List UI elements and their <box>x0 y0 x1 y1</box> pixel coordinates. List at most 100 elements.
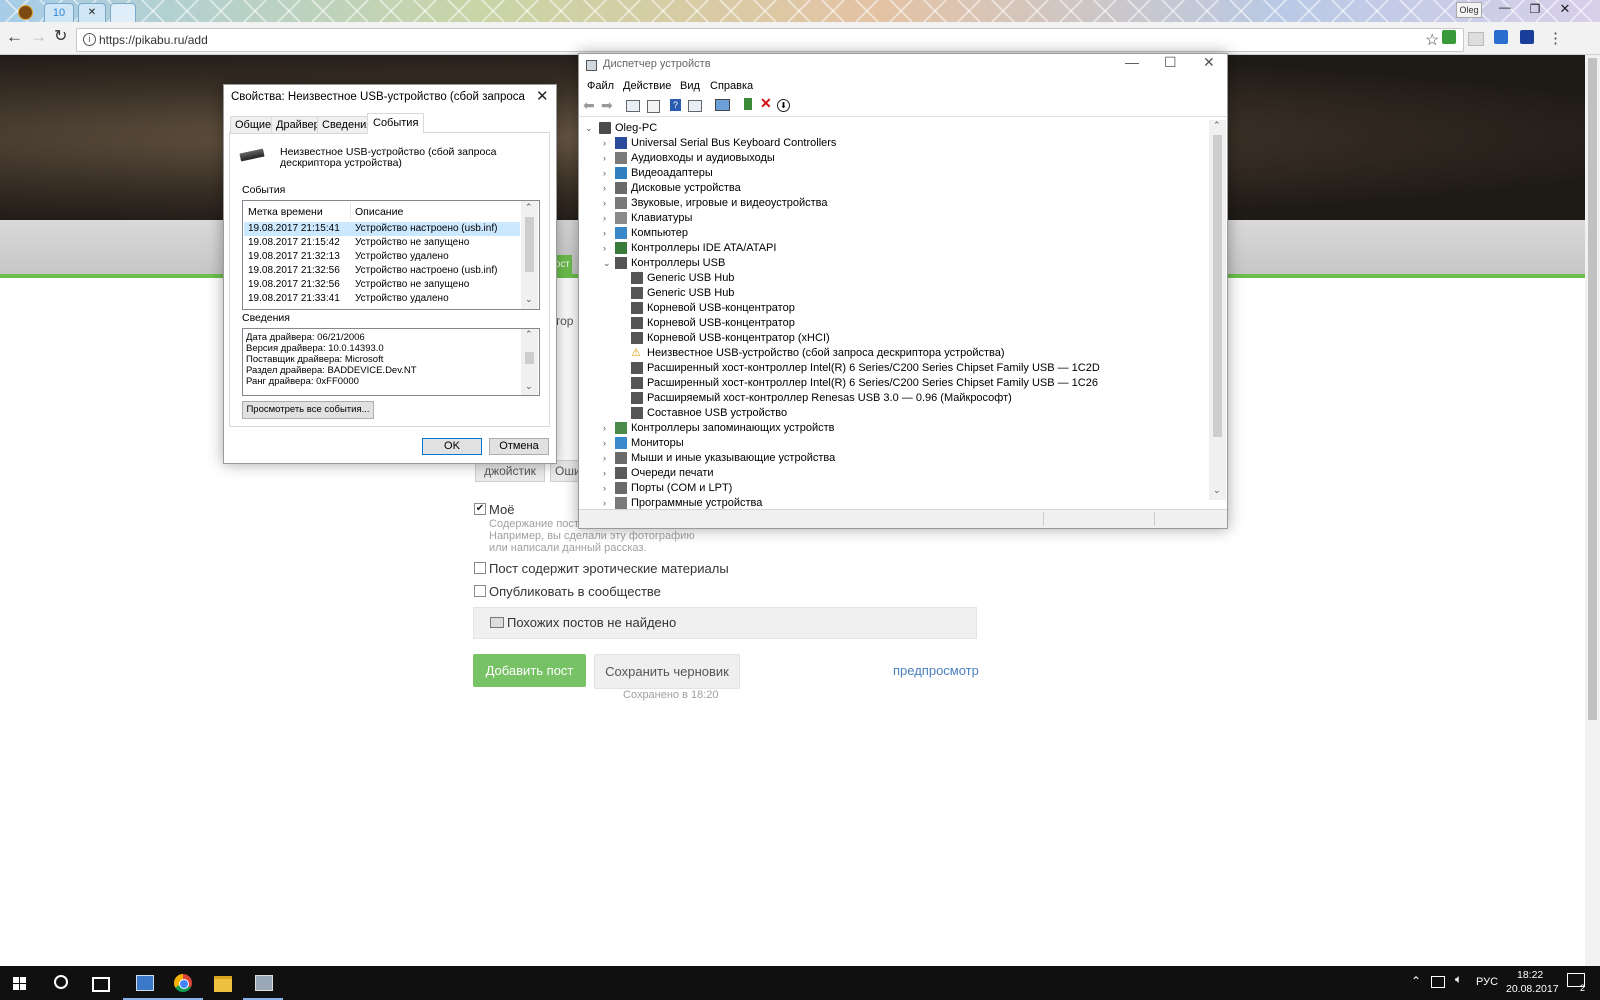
tree-category[interactable]: Контроллеры IDE ATA/ATAPI <box>615 241 776 256</box>
scroll-down-icon[interactable]: ⌄ <box>525 381 533 392</box>
chevron-right-icon[interactable]: › <box>603 498 606 508</box>
view-all-events-button[interactable]: Просмотреть все события... <box>242 401 374 419</box>
events-scrollbar[interactable]: ⌃ ⌄ <box>521 201 538 309</box>
dialog-close-icon[interactable]: ✕ <box>536 87 549 105</box>
forward-icon[interactable]: ➡ <box>601 97 613 114</box>
event-time[interactable]: 19.08.2017 21:32:13 <box>248 251 340 262</box>
taskbar-app-explorer[interactable] <box>203 966 243 1000</box>
tree-category[interactable]: Звуковые, игровые и видеоустройства <box>615 196 828 211</box>
dm-minimize-button[interactable]: — <box>1125 54 1139 70</box>
extension-arrow-icon[interactable] <box>1494 30 1508 44</box>
restore-button[interactable]: ❐ <box>1520 0 1550 18</box>
reload-icon[interactable]: ↻ <box>54 28 67 46</box>
show-hidden-icons-icon[interactable]: ⌃ <box>1411 974 1421 988</box>
back-icon[interactable]: ⬅ <box>583 97 595 114</box>
network-icon[interactable] <box>1431 976 1445 988</box>
chevron-right-icon[interactable]: › <box>603 243 606 253</box>
tab-new-tab[interactable] <box>110 3 136 23</box>
task-view-button[interactable] <box>80 966 120 1000</box>
volume-icon[interactable]: 🔈︎ <box>1455 972 1462 987</box>
bookmark-star-icon[interactable]: ☆ <box>1425 30 1439 50</box>
update-driver-list-icon[interactable] <box>647 100 660 113</box>
extension-puzzle-icon[interactable] <box>1520 30 1534 44</box>
chevron-right-icon[interactable]: › <box>603 468 606 478</box>
preview-link[interactable]: предпросмотр <box>893 663 979 678</box>
tree-device[interactable]: Расширяемый хост-контроллер Renesas USB … <box>631 391 1012 406</box>
dm-menu-action[interactable]: Действие <box>623 80 671 92</box>
event-description[interactable]: Устройство удалено <box>355 293 449 304</box>
taskbar-app-settings[interactable] <box>243 966 283 1000</box>
details-textbox[interactable]: Дата драйвера: 06/21/2006 Версия драйвер… <box>242 328 540 396</box>
tab-events[interactable]: События <box>367 113 425 134</box>
chevron-down-icon[interactable]: ⌄ <box>585 123 593 134</box>
scan-hardware-icon[interactable] <box>715 99 730 111</box>
scroll-up-icon[interactable]: ⌃ <box>525 202 533 213</box>
tree-device[interactable]: Generic USB Hub <box>631 286 734 301</box>
details-scrollbar[interactable]: ⌃ ⌄ <box>521 329 538 395</box>
page-scrollbar-thumb[interactable] <box>1588 58 1597 720</box>
tree-device[interactable]: Расширенный хост-контроллер Intel(R) 6 S… <box>631 376 1098 391</box>
taskbar-app-device-manager[interactable] <box>123 966 163 1000</box>
event-time[interactable]: 19.08.2017 21:32:56 <box>248 279 340 290</box>
tree-category[interactable]: Порты (COM и LPT) <box>615 481 732 496</box>
event-description[interactable]: Устройство настроено (usb.inf) <box>355 265 497 276</box>
events-header-time[interactable]: Метка времени <box>248 206 323 218</box>
event-description[interactable]: Устройство не запущено <box>355 279 469 290</box>
add-driver-icon[interactable] <box>744 98 752 110</box>
add-post-button[interactable]: Добавить пост <box>473 654 586 687</box>
profile-button[interactable]: Oleg <box>1456 2 1482 18</box>
download-driver-icon[interactable]: ⬇ <box>777 99 790 112</box>
tab-muted[interactable]: ✕ <box>78 3 106 23</box>
clock-time[interactable]: 18:22 <box>1517 969 1543 981</box>
tree-device[interactable]: Корневой USB-концентратор (xHCI) <box>631 331 830 346</box>
tree-category[interactable]: Очереди печати <box>615 466 714 481</box>
chevron-right-icon[interactable]: › <box>603 453 606 463</box>
forward-arrow-icon[interactable]: → <box>30 28 47 46</box>
scroll-down-icon[interactable]: ⌄ <box>1213 485 1221 496</box>
ok-button[interactable]: OK <box>422 438 482 455</box>
tree-category[interactable]: Аудиовходы и аудиовыходы <box>615 151 775 166</box>
address-bar[interactable]: i https://pikabu.ru/add ☆ <box>76 28 1464 52</box>
dm-menu-file[interactable]: Файл <box>587 80 614 92</box>
tree-device[interactable]: Корневой USB-концентратор <box>631 301 795 316</box>
scroll-up-icon[interactable]: ⌃ <box>525 329 533 340</box>
close-button[interactable]: ✕ <box>1550 0 1580 18</box>
tree-category[interactable]: Контроллеры запоминающих устройств <box>615 421 834 436</box>
event-description[interactable]: Устройство удалено <box>355 251 449 262</box>
chevron-right-icon[interactable]: › <box>603 213 606 223</box>
chevron-right-icon[interactable]: › <box>603 138 606 148</box>
tree-device-warning[interactable]: ⚠ Неизвестное USB-устройство (сбой запрос… <box>631 346 1005 361</box>
scroll-up-icon[interactable]: ⌃ <box>1213 120 1221 131</box>
chevron-right-icon[interactable]: › <box>603 438 606 448</box>
dm-close-button[interactable]: ✕ <box>1203 54 1215 71</box>
scroll-down-icon[interactable]: ⌄ <box>525 294 533 305</box>
tree-device[interactable]: Generic USB Hub <box>631 271 734 286</box>
chevron-down-icon[interactable]: ⌄ <box>603 258 611 269</box>
dm-menu-view[interactable]: Вид <box>680 80 700 92</box>
start-button[interactable] <box>0 966 40 1000</box>
extension-badge-icon[interactable] <box>1468 32 1484 46</box>
event-description[interactable]: Устройство настроено (usb.inf) <box>355 223 497 234</box>
chevron-right-icon[interactable]: › <box>603 228 606 238</box>
window-menu-icon[interactable] <box>18 5 33 20</box>
event-time[interactable]: 19.08.2017 21:33:41 <box>248 293 340 304</box>
properties-view-icon[interactable] <box>626 100 640 112</box>
community-checkbox[interactable] <box>474 585 486 597</box>
tree-category-usb[interactable]: Контроллеры USB <box>615 256 725 271</box>
tree-scrollbar[interactable]: ⌃ ⌄ <box>1209 120 1226 500</box>
tree-scroll-thumb[interactable] <box>1213 135 1222 437</box>
tree-category[interactable]: Клавиатуры <box>615 211 692 226</box>
tree-device[interactable]: Корневой USB-концентратор <box>631 316 795 331</box>
event-time[interactable]: 19.08.2017 21:15:41 <box>248 223 340 234</box>
events-scroll-thumb[interactable] <box>525 217 534 272</box>
tree-category[interactable]: Дисковые устройства <box>615 181 741 196</box>
tree-device[interactable]: Составное USB устройство <box>631 406 787 421</box>
dm-menu-help[interactable]: Справка <box>710 80 753 92</box>
language-indicator[interactable]: РУС <box>1476 976 1498 988</box>
tree-root[interactable]: Oleg-PC <box>599 121 657 136</box>
chrome-menu-icon[interactable]: ⋮ <box>1548 29 1563 47</box>
details-scroll-thumb[interactable] <box>525 352 534 364</box>
tree-category[interactable]: Мыши и иные указывающие устройства <box>615 451 835 466</box>
tree-category[interactable]: Universal Serial Bus Keyboard Controller… <box>615 136 836 151</box>
cancel-button[interactable]: Отмена <box>489 438 549 455</box>
